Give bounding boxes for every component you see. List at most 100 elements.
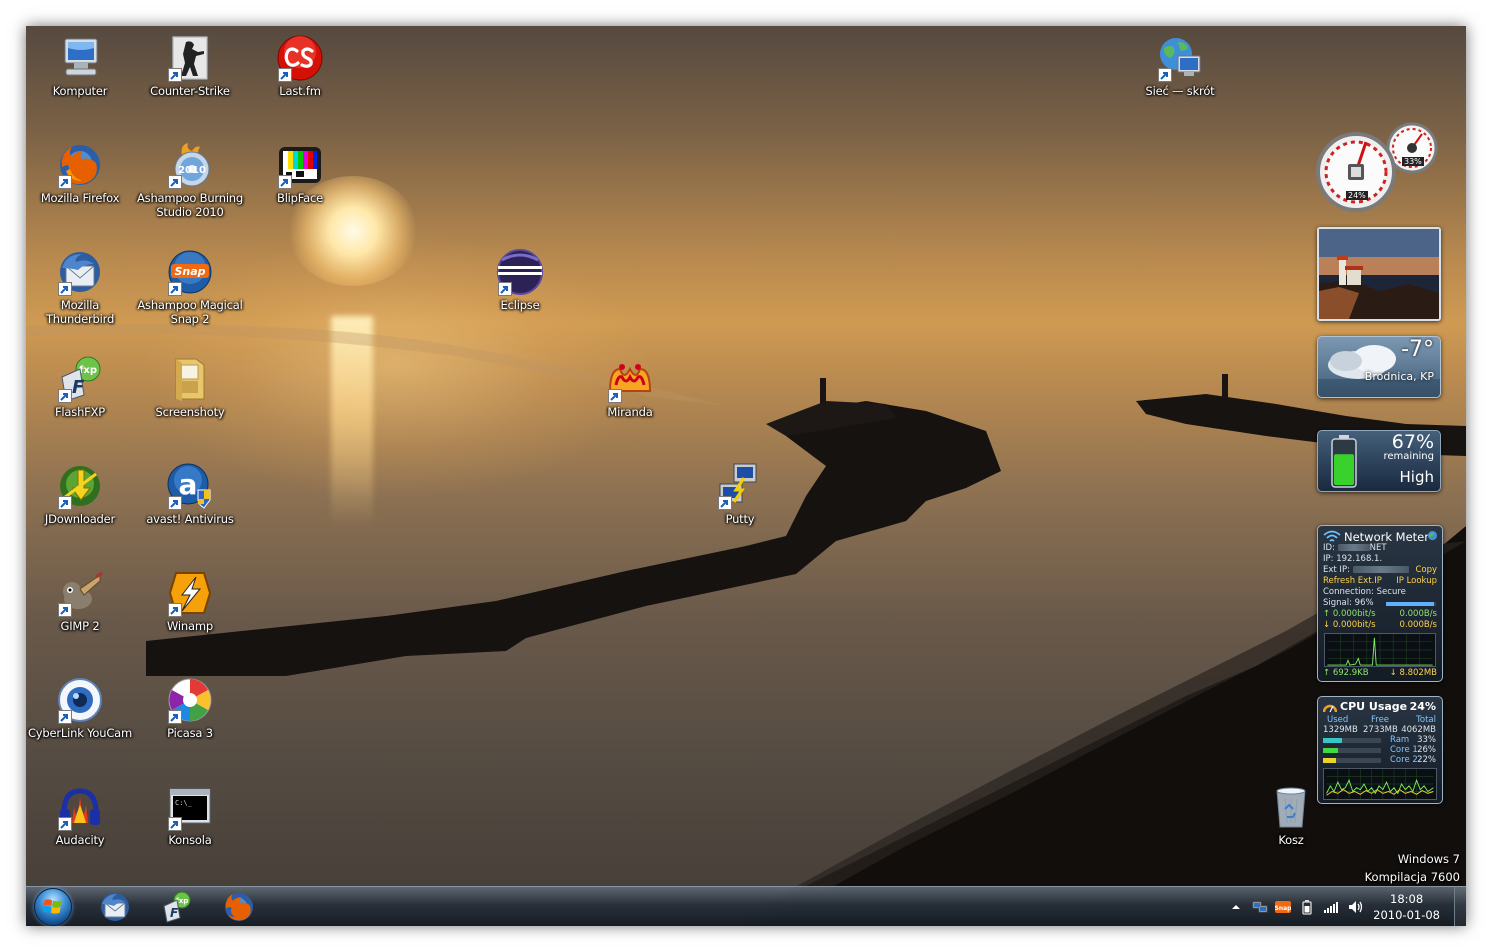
icon-label: BlipFace	[277, 191, 323, 205]
windows-version-watermark: Windows 7 Kompilacja 7600	[1365, 852, 1460, 884]
picasa-icon	[166, 676, 214, 724]
battery-level: High	[1399, 468, 1434, 486]
gimp-icon	[56, 569, 104, 617]
taskbar-thunderbird[interactable]	[98, 890, 132, 924]
download-rate: ↓ 0.000bit/s	[1323, 620, 1376, 630]
battery-remaining-label: remaining	[1383, 451, 1435, 462]
total-value: 4062MB	[1401, 725, 1436, 735]
recycle-bin-icon	[1267, 783, 1315, 831]
desktop-icon-audacity[interactable]: Audacity	[26, 783, 134, 847]
taskbar[interactable]: fxp F Snap 18:08 2010-01-08	[26, 886, 1466, 926]
desktop-icon-eclipse[interactable]: Eclipse	[466, 248, 574, 312]
shortcut-arrow-icon	[278, 68, 292, 82]
desktop-icon-network[interactable]: Sieć — skrót	[1126, 34, 1234, 98]
desktop-icon-flashfxp[interactable]: fxp F FlashFXP	[26, 355, 134, 419]
battery-tray-icon[interactable]	[1299, 899, 1315, 915]
desktop-icon-youcam[interactable]: CyberLink YouCam	[26, 676, 134, 740]
svg-text:F: F	[72, 377, 85, 398]
globe-icon	[1427, 530, 1438, 541]
slideshow-gadget[interactable]	[1317, 227, 1441, 321]
computer-icon	[56, 34, 104, 82]
desktop-icon-putty[interactable]: Putty	[686, 462, 794, 526]
icon-label: Mozilla Firefox	[40, 191, 120, 205]
desktop-icon-avast[interactable]: a avast! Antivirus	[136, 462, 244, 526]
desktop-icon-firefox[interactable]: Mozilla Firefox	[26, 141, 134, 205]
signal-tray-icon[interactable]	[1323, 899, 1339, 915]
burning-studio-icon: 2010	[166, 141, 214, 189]
battery-gadget[interactable]: 67% remaining High	[1317, 430, 1441, 492]
shortcut-arrow-icon	[168, 496, 182, 510]
desktop[interactable]: Komputer Counter-Strike Last.fm Sieć — s…	[26, 26, 1466, 926]
shortcut-arrow-icon	[278, 175, 292, 189]
blipface-icon	[276, 141, 324, 189]
show-desktop-button[interactable]	[1454, 887, 1466, 926]
taskbar-flashfxp[interactable]: fxp F	[160, 890, 194, 924]
shortcut-arrow-icon	[58, 817, 72, 831]
desktop-icon-winamp[interactable]: Winamp	[136, 569, 244, 633]
network-tray-icon[interactable]	[1252, 899, 1268, 915]
shortcut-arrow-icon	[58, 710, 72, 724]
free-value: 2733MB	[1363, 725, 1398, 735]
icon-label: Ashampoo Magical Snap 2	[137, 298, 243, 326]
desktop-icon-screenshoty[interactable]: Screenshoty	[136, 355, 244, 419]
connection-status: Connection: Secure	[1323, 587, 1406, 597]
watermark-line2: Kompilacja 7600	[1364, 870, 1460, 884]
icon-label: Komputer	[52, 84, 108, 98]
weather-gadget[interactable]: -7° Brodnica, KP	[1317, 336, 1441, 398]
shortcut-arrow-icon	[718, 496, 732, 510]
desktop-icon-jdownloader[interactable]: JDownloader	[26, 462, 134, 526]
show-hidden-icons-arrow[interactable]	[1228, 899, 1244, 915]
taskbar-firefox[interactable]	[222, 890, 256, 924]
start-button[interactable]	[34, 888, 72, 926]
flashfxp-icon: fxpF	[163, 891, 191, 923]
jdownloader-icon	[56, 462, 104, 510]
flashfxp-icon: fxpF	[56, 355, 104, 403]
clock[interactable]: 18:08 2010-01-08	[1373, 891, 1440, 923]
cpu-usage-percent: 24%	[1409, 700, 1436, 713]
cpu-usage-title: CPU Usage	[1340, 700, 1408, 713]
battery-icon	[1331, 435, 1357, 488]
icon-label: Audacity	[55, 833, 105, 847]
icon-label: avast! Antivirus	[146, 512, 234, 526]
desktop-icon-miranda[interactable]: Miranda	[576, 355, 684, 419]
copy-link[interactable]: Copy	[1415, 565, 1437, 576]
cpu-history-graph	[1323, 768, 1437, 800]
desktop-icon-blipface[interactable]: BlipFace	[246, 141, 354, 205]
svg-text:2010: 2010	[178, 165, 206, 176]
wifi-icon	[1323, 530, 1341, 542]
snap-tray-icon[interactable]: Snap	[1275, 899, 1291, 915]
cpu-meter-gadget[interactable]: 24% 33%	[1314, 116, 1440, 212]
desktop-icon-lastfm[interactable]: Last.fm	[246, 34, 354, 98]
signal-bar	[1386, 602, 1436, 606]
clock-date: 2010-01-08	[1373, 908, 1440, 922]
avast-icon: a	[166, 462, 214, 510]
shortcut-arrow-icon	[608, 389, 622, 403]
network-meter-gadget[interactable]: Network Meter ID: NET IP: 192.168.1. Ext…	[1317, 525, 1443, 682]
network-globe-icon	[1156, 34, 1204, 82]
network-ip-line: IP: 192.168.1.	[1323, 554, 1383, 564]
shortcut-arrow-icon	[168, 603, 182, 617]
icon-label: Winamp	[167, 619, 213, 633]
console-icon: C:\_	[166, 783, 214, 831]
desktop-icon-counter-strike[interactable]: Counter-Strike	[136, 34, 244, 98]
ram-label: Ram	[1390, 735, 1410, 745]
desktop-icon-gimp[interactable]: GIMP 2	[26, 569, 134, 633]
desktop-icon-magical-snap[interactable]: Snap Ashampoo Magical Snap 2	[136, 248, 244, 326]
icon-label: JDownloader	[44, 512, 116, 526]
desktop-icon-thunderbird[interactable]: Mozilla Thunderbird	[26, 248, 134, 326]
putty-icon	[716, 462, 764, 510]
desktop-icon-komputer[interactable]: Komputer	[26, 34, 134, 98]
icon-label: Picasa 3	[167, 726, 213, 740]
desktop-icon-picasa[interactable]: Picasa 3	[136, 676, 244, 740]
shortcut-arrow-icon	[168, 68, 182, 82]
ip-lookup-link[interactable]: IP Lookup	[1396, 576, 1437, 587]
icon-label: Putty	[725, 512, 755, 526]
volume-icon[interactable]	[1347, 899, 1363, 915]
desktop-icon-burning-studio[interactable]: 2010 Ashampoo Burning Studio 2010	[136, 141, 244, 219]
icon-label: CyberLink YouCam	[27, 726, 133, 740]
desktop-icon-konsola[interactable]: C:\_ Konsola	[136, 783, 244, 847]
used-value: 1329MB	[1323, 725, 1358, 735]
icon-label: Screenshoty	[155, 405, 225, 419]
refresh-ext-ip-link[interactable]: Refresh Ext.IP	[1323, 576, 1382, 587]
cpu-usage-gadget[interactable]: CPU Usage 24% Used Free Total 1329MB 273…	[1317, 696, 1443, 804]
